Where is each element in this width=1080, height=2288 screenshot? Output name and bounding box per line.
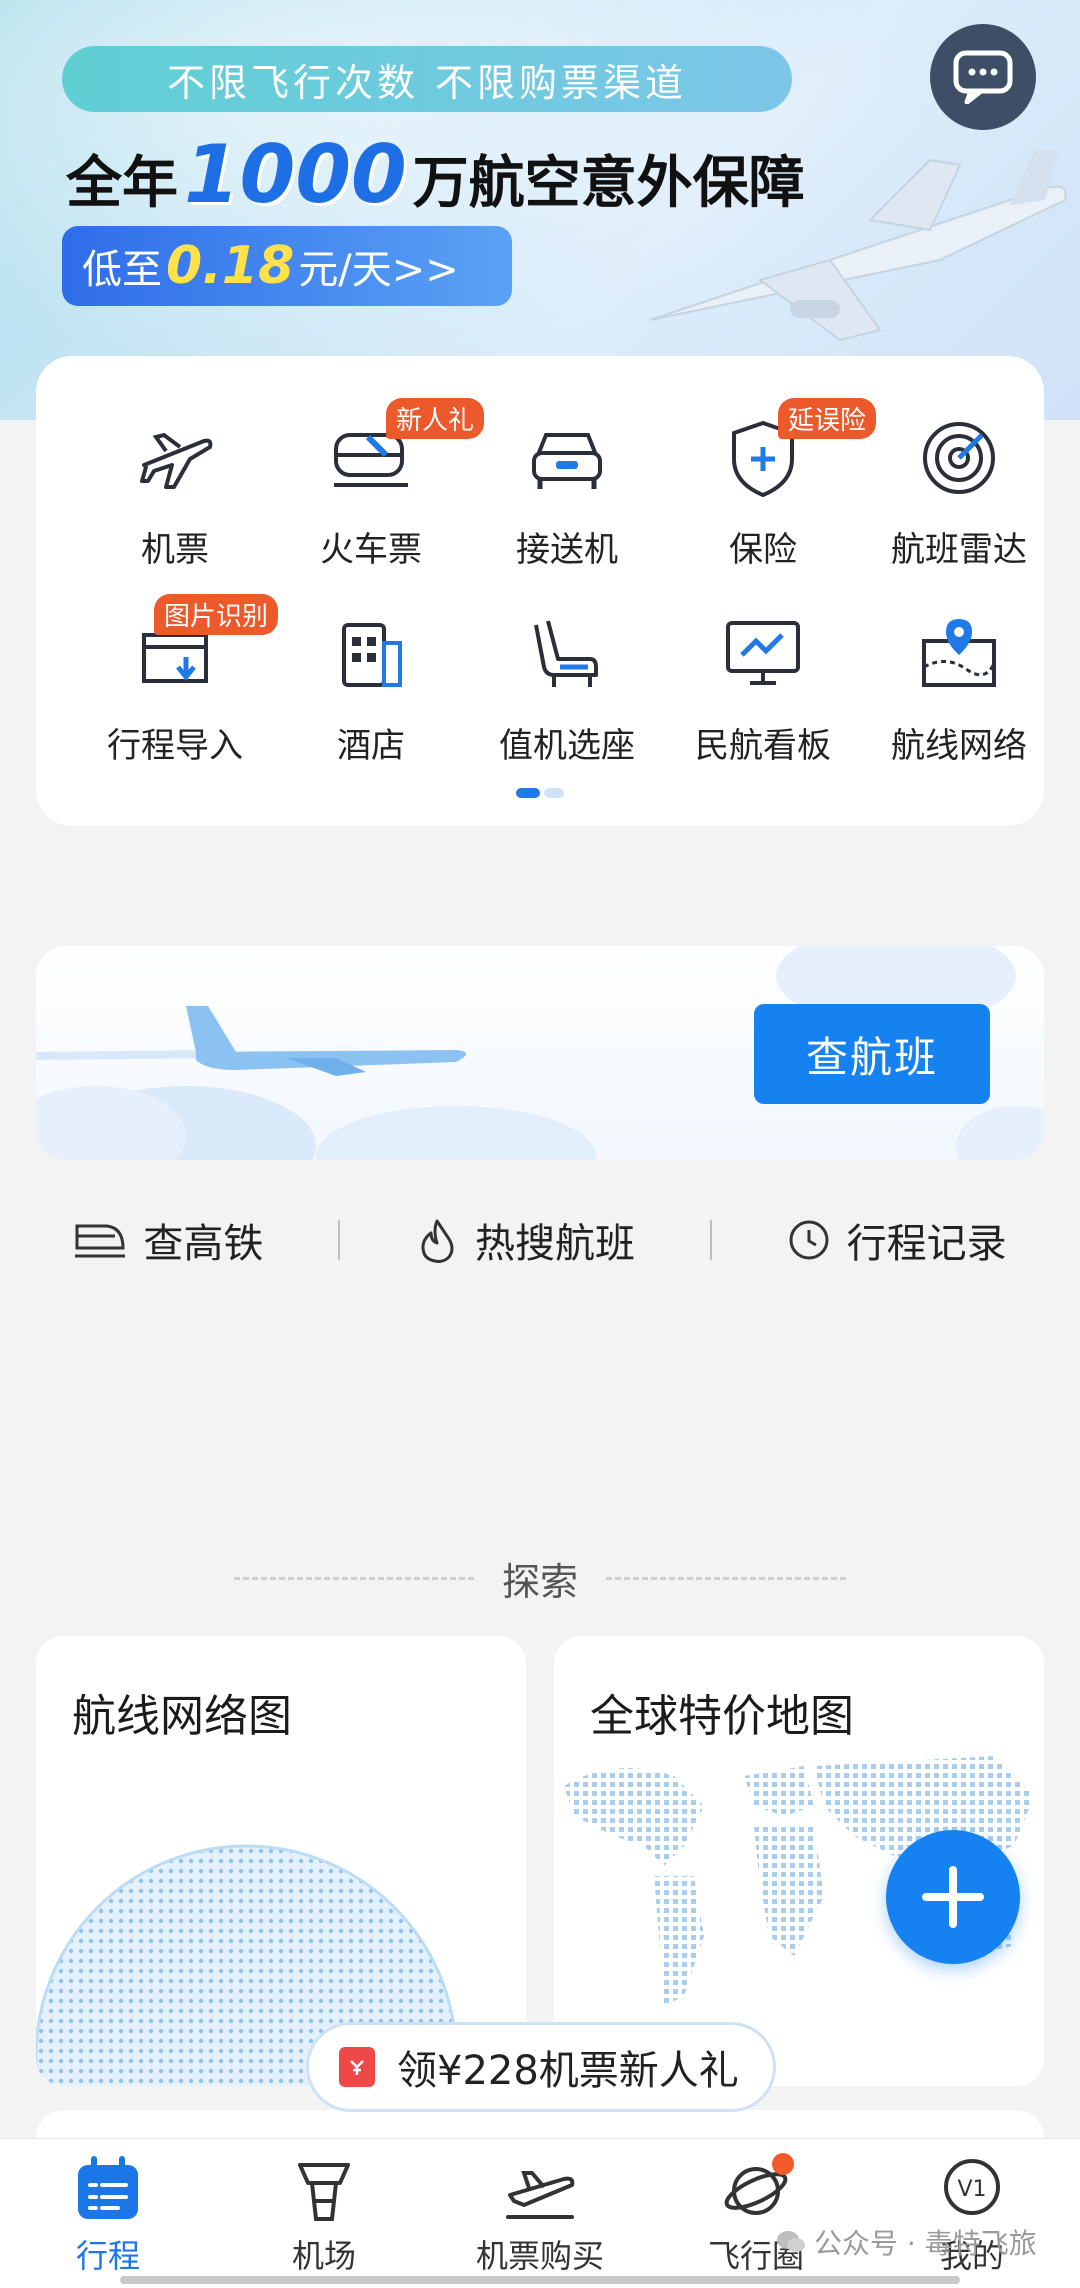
watermark-text: 公众号 · 毒特飞旅 [814,2227,1037,2260]
divider [606,1576,846,1580]
quick-links: 查高铁 热搜航班 行程记录 [36,1200,1044,1280]
headline-amount: 1000 [184,128,407,221]
radar-icon [909,408,1009,508]
quick-link-trip-history[interactable]: 行程记录 [787,1211,1007,1269]
service-hotel[interactable]: 酒店 [276,604,466,774]
service-label: 值机选座 [499,726,635,766]
service-label: 民航看板 [695,726,831,766]
tab-profile[interactable]: V1 我的 [864,2139,1080,2288]
itinerary-icon [78,2156,138,2219]
search-flights-button[interactable]: 查航班 [754,1004,990,1104]
service-transfer[interactable]: 接送机 [472,408,662,578]
service-badge: 延误险 [778,398,877,439]
wechat-icon [777,2231,805,2252]
home-indicator [120,2276,960,2284]
tab-label: 行程 [75,2237,140,2275]
promo-text: 领¥228机票新人礼 [397,2048,739,2094]
price-pill[interactable]: 低至 0.18 元/天>> [62,226,512,306]
service-label: 火车票 [320,530,422,570]
explore-section-header: 探索 [0,1548,1080,1608]
service-label: 航线网络 [891,726,1027,766]
tab-flight-circle[interactable]: 飞行圈 [648,2139,864,2288]
service-train[interactable]: 新人礼 火车票 [276,398,485,578]
notification-dot [772,2153,794,2175]
quick-link-hot-flights[interactable]: 热搜航班 [415,1211,635,1269]
page-indicator [516,788,564,798]
service-insurance[interactable]: 延误险 保险 [668,398,877,578]
flight-search-card[interactable]: 查航班 [36,946,1044,1160]
service-label: 保险 [729,530,797,570]
divider [709,1220,712,1260]
banner-slogan: 不限飞行次数 不限购票渠道 [62,46,792,112]
monitor-chart-icon [713,604,813,704]
clock-icon [789,1220,829,1260]
divider [338,1220,341,1260]
route-network-card[interactable]: 航线网络图 [36,1636,526,2086]
service-flights[interactable]: 机票 [80,408,270,578]
chat-bubble-icon [953,50,1013,104]
quick-link-label: 行程记录 [846,1221,1007,1267]
tab-label: 机场 [291,2237,356,2275]
service-label: 接送机 [516,530,618,570]
add-fab-button[interactable] [886,1830,1020,1964]
page-dot-active [516,788,540,798]
explore-title: 探索 [501,1559,578,1604]
globe-illustration [36,1844,458,2086]
services-grid: 机票 新人礼 火车票 接送机 延误险 保险 航班雷达 图片识别 行程导入 酒店 … [36,356,1044,826]
service-aviation-board[interactable]: 民航看板 [668,604,858,774]
tab-itinerary[interactable]: 行程 [0,2139,216,2288]
quick-link-label: 查高铁 [143,1221,264,1267]
tab-buy-tickets[interactable]: 机票购买 [432,2139,648,2288]
service-label: 酒店 [337,726,405,766]
profile-v1-icon: V1 [944,2159,1000,2215]
plane-takeoff-icon [506,2171,575,2219]
new-user-gift-pill[interactable]: 领¥228机票新人礼 [306,2022,776,2112]
tab-label: 机票购买 [475,2237,604,2275]
service-itinerary-import[interactable]: 图片识别 行程导入 [80,594,279,774]
service-badge: 新人礼 [386,398,485,439]
chat-button[interactable] [930,24,1036,130]
high-speed-train-icon [75,1224,126,1258]
seat-icon [517,604,617,704]
tab-airport[interactable]: 机场 [216,2139,432,2288]
service-route-network[interactable]: 航线网络 [864,604,1054,774]
airplane-icon [125,408,225,508]
hotel-icon [321,604,421,704]
price-prefix: 低至 [82,247,162,293]
service-badge: 图片识别 [154,594,279,635]
quick-link-label: 热搜航班 [474,1221,635,1267]
car-icon [517,408,617,508]
headline-prefix: 全年 [66,151,178,216]
service-label: 航班雷达 [891,530,1027,570]
divider [233,1576,474,1580]
control-tower-icon [298,2163,350,2221]
plus-icon [922,1866,984,1928]
flame-icon [421,1219,454,1263]
price-value: 0.18 [166,236,295,296]
price-suffix: 元/天>> [298,247,459,293]
service-radar[interactable]: 航班雷达 [864,408,1054,578]
quick-link-high-speed-rail[interactable]: 查高铁 [73,1211,263,1269]
watermark: 公众号 · 毒特飞旅 [776,2222,1037,2262]
red-envelope-icon [339,2047,375,2087]
service-check-in[interactable]: 值机选座 [472,604,662,774]
page-dot [544,788,564,798]
bottom-tab-bar: 行程 机场 机票购买 飞行圈 V1 我的 [0,2138,1080,2288]
airplane-illustration [649,150,1067,342]
service-label: 机票 [141,530,209,570]
map-pin-icon [909,604,1009,704]
profile-level-text: V1 [957,2177,986,2202]
service-label: 行程导入 [107,726,243,766]
